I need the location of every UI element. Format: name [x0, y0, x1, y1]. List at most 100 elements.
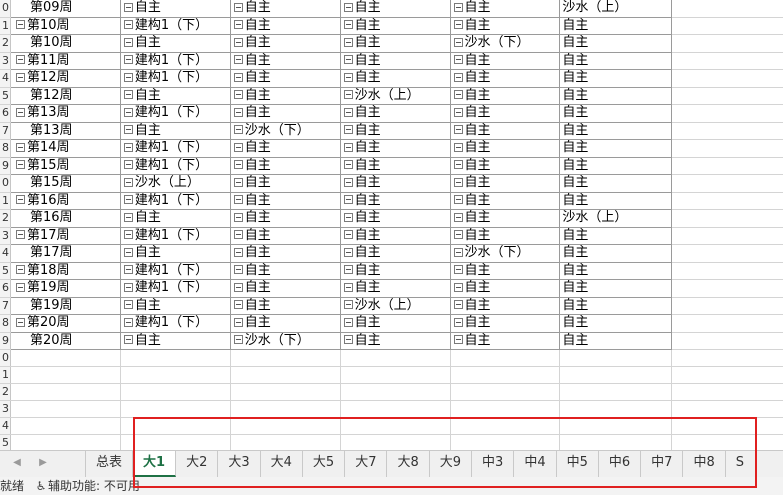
schedule-cell[interactable]: 建构1（下）	[120, 314, 231, 333]
schedule-cell[interactable]: 建构1（下）	[120, 69, 231, 88]
empty-cell[interactable]	[671, 332, 783, 350]
empty-cell[interactable]	[230, 383, 341, 401]
empty-cell[interactable]	[340, 366, 451, 384]
collapse-icon[interactable]	[343, 247, 353, 257]
schedule-cell[interactable]: 自主	[450, 122, 561, 140]
collapse-icon[interactable]	[123, 107, 133, 117]
schedule-cell[interactable]: 自主	[340, 209, 451, 228]
collapse-icon[interactable]	[15, 317, 25, 327]
collapse-icon[interactable]	[123, 55, 133, 64]
schedule-cell[interactable]: 自主	[230, 174, 341, 193]
week-cell[interactable]: 第20周	[10, 332, 121, 350]
schedule-cell[interactable]: 自主	[559, 157, 673, 175]
row-header[interactable]: 3	[0, 52, 12, 70]
empty-cell[interactable]	[559, 349, 673, 367]
collapse-icon[interactable]	[453, 195, 463, 204]
sheet-tab[interactable]: 大5	[303, 451, 346, 477]
schedule-cell[interactable]: 自主	[230, 262, 341, 280]
collapse-icon[interactable]	[453, 230, 463, 239]
collapse-icon[interactable]	[123, 195, 133, 204]
collapse-icon[interactable]	[233, 142, 243, 152]
week-cell[interactable]: 第09周	[10, 0, 121, 18]
collapse-icon[interactable]	[343, 300, 353, 309]
row-header[interactable]: 2	[0, 34, 12, 53]
schedule-cell[interactable]: 自主	[340, 157, 451, 175]
schedule-cell[interactable]: 自主	[450, 17, 561, 35]
row-header[interactable]: 1	[0, 192, 12, 210]
collapse-icon[interactable]	[123, 90, 133, 99]
empty-cell[interactable]	[340, 434, 451, 452]
schedule-cell[interactable]: 自主	[340, 262, 451, 280]
empty-cell[interactable]	[671, 69, 783, 88]
empty-cell[interactable]	[120, 383, 231, 401]
schedule-cell[interactable]: 自主	[450, 332, 561, 350]
schedule-cell[interactable]: 自主	[340, 69, 451, 88]
empty-cell[interactable]	[230, 366, 341, 384]
schedule-cell[interactable]: 自主	[559, 69, 673, 88]
collapse-icon[interactable]	[123, 2, 133, 12]
schedule-cell[interactable]: 建构1（下）	[120, 104, 231, 123]
row-header[interactable]: 6	[0, 279, 12, 298]
collapse-icon[interactable]	[15, 55, 25, 64]
schedule-cell[interactable]: 自主	[230, 104, 341, 123]
collapse-icon[interactable]	[343, 160, 353, 169]
sheet-tab[interactable]: 大8	[387, 451, 430, 477]
collapse-icon[interactable]	[15, 265, 25, 274]
collapse-icon[interactable]	[343, 195, 353, 204]
collapse-icon[interactable]	[15, 160, 25, 169]
collapse-icon[interactable]	[453, 212, 463, 222]
schedule-cell[interactable]: 自主	[559, 279, 673, 298]
collapse-icon[interactable]	[233, 317, 243, 327]
schedule-cell[interactable]: 沙水（下）	[450, 244, 561, 263]
empty-cell[interactable]	[450, 349, 561, 367]
empty-cell[interactable]	[671, 383, 783, 401]
collapse-icon[interactable]	[453, 125, 463, 134]
collapse-icon[interactable]	[453, 2, 463, 12]
collapse-icon[interactable]	[123, 125, 133, 134]
collapse-icon[interactable]	[123, 265, 133, 274]
schedule-cell[interactable]: 自主	[450, 314, 561, 333]
collapse-icon[interactable]	[343, 37, 353, 47]
empty-cell[interactable]	[120, 366, 231, 384]
schedule-cell[interactable]: 自主	[340, 174, 451, 193]
sheet-tab[interactable]: 大9	[430, 451, 473, 477]
schedule-cell[interactable]: 自主	[450, 157, 561, 175]
schedule-cell[interactable]: 自主	[120, 34, 231, 53]
collapse-icon[interactable]	[15, 107, 25, 117]
schedule-cell[interactable]: 自主	[450, 104, 561, 123]
schedule-cell[interactable]: 建构1（下）	[120, 262, 231, 280]
empty-cell[interactable]	[120, 434, 231, 452]
week-cell[interactable]: 第17周	[10, 227, 121, 245]
row-header[interactable]: 4	[0, 417, 12, 435]
collapse-icon[interactable]	[343, 335, 353, 344]
sheet-tab[interactable]: 中3	[472, 451, 515, 477]
schedule-cell[interactable]: 沙水（上）	[559, 209, 673, 228]
collapse-icon[interactable]	[343, 317, 353, 327]
empty-cell[interactable]	[671, 349, 783, 367]
collapse-icon[interactable]	[343, 230, 353, 239]
schedule-cell[interactable]: 自主	[340, 139, 451, 158]
schedule-cell[interactable]: 自主	[230, 279, 341, 298]
schedule-cell[interactable]: 建构1（下）	[120, 17, 231, 35]
empty-cell[interactable]	[671, 139, 783, 158]
collapse-icon[interactable]	[453, 90, 463, 99]
row-header[interactable]: 5	[0, 434, 12, 452]
scroll-tabs-left-icon[interactable]: ◀	[10, 457, 24, 468]
row-header[interactable]: 6	[0, 104, 12, 123]
empty-cell[interactable]	[671, 417, 783, 435]
sheet-tab[interactable]: 中8	[683, 451, 726, 477]
week-cell[interactable]: 第19周	[10, 279, 121, 298]
row-header[interactable]: 8	[0, 139, 12, 158]
collapse-icon[interactable]	[453, 72, 463, 82]
schedule-cell[interactable]: 沙水（上）	[340, 87, 451, 105]
empty-cell[interactable]	[671, 297, 783, 315]
empty-cell[interactable]	[10, 417, 121, 435]
schedule-cell[interactable]: 自主	[230, 157, 341, 175]
schedule-cell[interactable]: 建构1（下）	[120, 52, 231, 70]
schedule-cell[interactable]: 自主	[120, 209, 231, 228]
collapse-icon[interactable]	[343, 125, 353, 134]
row-header[interactable]: 4	[0, 244, 12, 263]
schedule-cell[interactable]: 自主	[559, 192, 673, 210]
collapse-icon[interactable]	[123, 160, 133, 169]
schedule-cell[interactable]: 自主	[340, 332, 451, 350]
